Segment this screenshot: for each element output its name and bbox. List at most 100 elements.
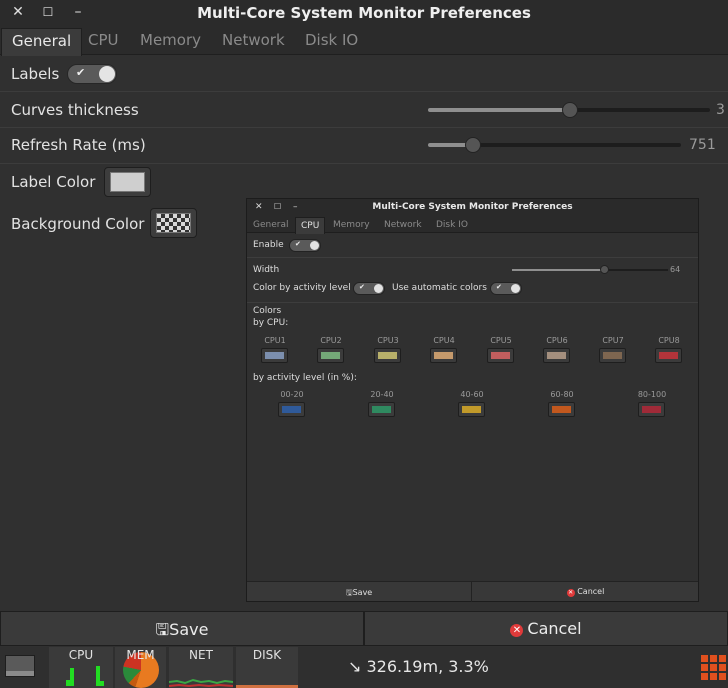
check-icon: ✔ [496, 283, 502, 291]
level-20-40-swatch [372, 406, 391, 413]
tab-cpu[interactable]: CPU [88, 31, 119, 49]
network-graph[interactable]: NET [169, 647, 233, 688]
level-60-80-color-button [548, 402, 575, 417]
inner-tab-bar: General CPU Memory Network Disk IO [247, 217, 698, 234]
labels-label: Labels [11, 65, 60, 83]
save-button[interactable]: 🖫Save [0, 611, 364, 646]
cpu-graph-label: CPU [68, 648, 94, 662]
cpu1-swatch [265, 352, 284, 359]
inner-colors-label: Colors [253, 306, 282, 316]
label-color-button[interactable] [104, 167, 151, 197]
inner-cancel-button: ✕ Cancel [473, 582, 698, 602]
labels-switch[interactable]: ✔ [67, 64, 117, 84]
desktop-icon[interactable] [5, 655, 35, 677]
network-graph-lines [169, 678, 233, 688]
inner-enable-switch: ✔ [289, 239, 321, 252]
background-color-label: Background Color [11, 215, 145, 233]
level-20-40-label: 20-40 [370, 390, 394, 399]
check-icon: ✔ [359, 283, 365, 291]
inner-color-by-activity-switch: ✔ [353, 282, 385, 295]
memory-graph[interactable]: MEM [115, 647, 166, 688]
cpu7-color-button [599, 348, 626, 363]
cpu4-swatch [434, 352, 453, 359]
level-00-20-color-button [278, 402, 305, 417]
level-80-100-color-button [638, 402, 665, 417]
system-panel: CPU MEM NET DISK ↘ 326.19m, 3.3% [0, 647, 728, 688]
switch-knob [511, 284, 520, 293]
load-readout: ↘ 326.19m, 3.3% [348, 657, 489, 676]
inner-button-bar: 🖫Save ✕ Cancel [247, 581, 698, 602]
refresh-rate-handle[interactable] [465, 137, 481, 153]
cancel-button[interactable]: ✕ Cancel [364, 611, 728, 646]
cpu-bar [70, 668, 74, 686]
cpu3-label: CPU3 [377, 336, 399, 345]
disk-graph-label: DISK [252, 648, 282, 662]
cpu4-color-button [430, 348, 457, 363]
cpu1-color-button [261, 348, 288, 363]
curves-thickness-handle[interactable] [562, 102, 578, 118]
background-color-button[interactable] [150, 208, 197, 238]
tab-general[interactable]: General [1, 28, 83, 56]
tab-memory[interactable]: Memory [140, 31, 201, 49]
labels-row: Labels ✔ [0, 56, 728, 92]
curves-thickness-value: 3 [716, 102, 725, 118]
save-icon: 🖫 [345, 588, 353, 597]
inner-save-label: Save [352, 588, 373, 597]
cpu7-label: CPU7 [602, 336, 624, 345]
tab-bar: General CPU Memory Network Disk IO [0, 28, 728, 56]
level-00-20-swatch [282, 406, 301, 413]
divider [247, 257, 698, 258]
cpu7-swatch [603, 352, 622, 359]
cpu2-swatch [321, 352, 340, 359]
app-grid-icon[interactable] [699, 653, 728, 685]
cpu5-label: CPU5 [490, 336, 512, 345]
level-60-80-label: 60-80 [550, 390, 574, 399]
disk-graph[interactable]: DISK [236, 647, 298, 688]
inner-tab-memory: Memory [333, 220, 370, 230]
refresh-rate-row: Refresh Rate (ms) 751 [0, 128, 728, 164]
level-20-40-color-button [368, 402, 395, 417]
inner-tab-disk-io: Disk IO [436, 220, 468, 230]
divider [247, 302, 698, 303]
level-60-80-swatch [552, 406, 571, 413]
save-label: Save [169, 620, 209, 639]
level-80-100-swatch [642, 406, 661, 413]
inner-tab-cpu: CPU [295, 217, 326, 234]
cpu4-label: CPU4 [433, 336, 455, 345]
inner-width-label: Width [253, 265, 280, 275]
inner-width-handle [600, 265, 609, 274]
inner-title-bar: ✕ ☐ – Multi-Core System Monitor Preferen… [247, 199, 698, 217]
level-00-20-label: 00-20 [280, 390, 304, 399]
tab-disk-io[interactable]: Disk IO [305, 31, 358, 49]
desktop-icon-bar [6, 671, 34, 676]
inner-tab-network: Network [384, 220, 422, 230]
label-color-label: Label Color [11, 173, 96, 191]
curves-thickness-row: Curves thickness 3 [0, 92, 728, 128]
level-40-60-label: 40-60 [460, 390, 484, 399]
inner-save-button: 🖫Save [247, 582, 472, 602]
refresh-rate-label: Refresh Rate (ms) [11, 136, 146, 154]
inner-enable-label: Enable [253, 240, 284, 250]
cancel-label: Cancel [527, 619, 582, 638]
memory-graph-label: MEM [126, 648, 155, 662]
inner-use-auto-colors-label: Use automatic colors [392, 283, 487, 293]
cpu8-swatch [659, 352, 678, 359]
tab-network[interactable]: Network [222, 31, 285, 49]
cpu6-color-button [543, 348, 570, 363]
inner-window-title: Multi-Core System Monitor Preferences [372, 202, 573, 212]
switch-knob [310, 241, 319, 250]
inner-by-cpu-label: by CPU: [253, 318, 289, 328]
curves-thickness-fill [428, 108, 570, 112]
cpu5-swatch [491, 352, 510, 359]
inner-tab-general: General [253, 220, 289, 230]
cpu6-swatch [547, 352, 566, 359]
refresh-rate-value: 751 [689, 137, 716, 153]
cpu3-swatch [378, 352, 397, 359]
inner-width-fill [512, 269, 604, 271]
label-color-swatch [110, 172, 145, 192]
inner-use-auto-colors-switch: ✔ [490, 282, 522, 295]
inner-by-activity-label: by activity level (in %): [253, 373, 357, 383]
switch-knob [99, 66, 115, 82]
cpu3-color-button [374, 348, 401, 363]
cpu-graph[interactable]: CPU [49, 647, 113, 688]
